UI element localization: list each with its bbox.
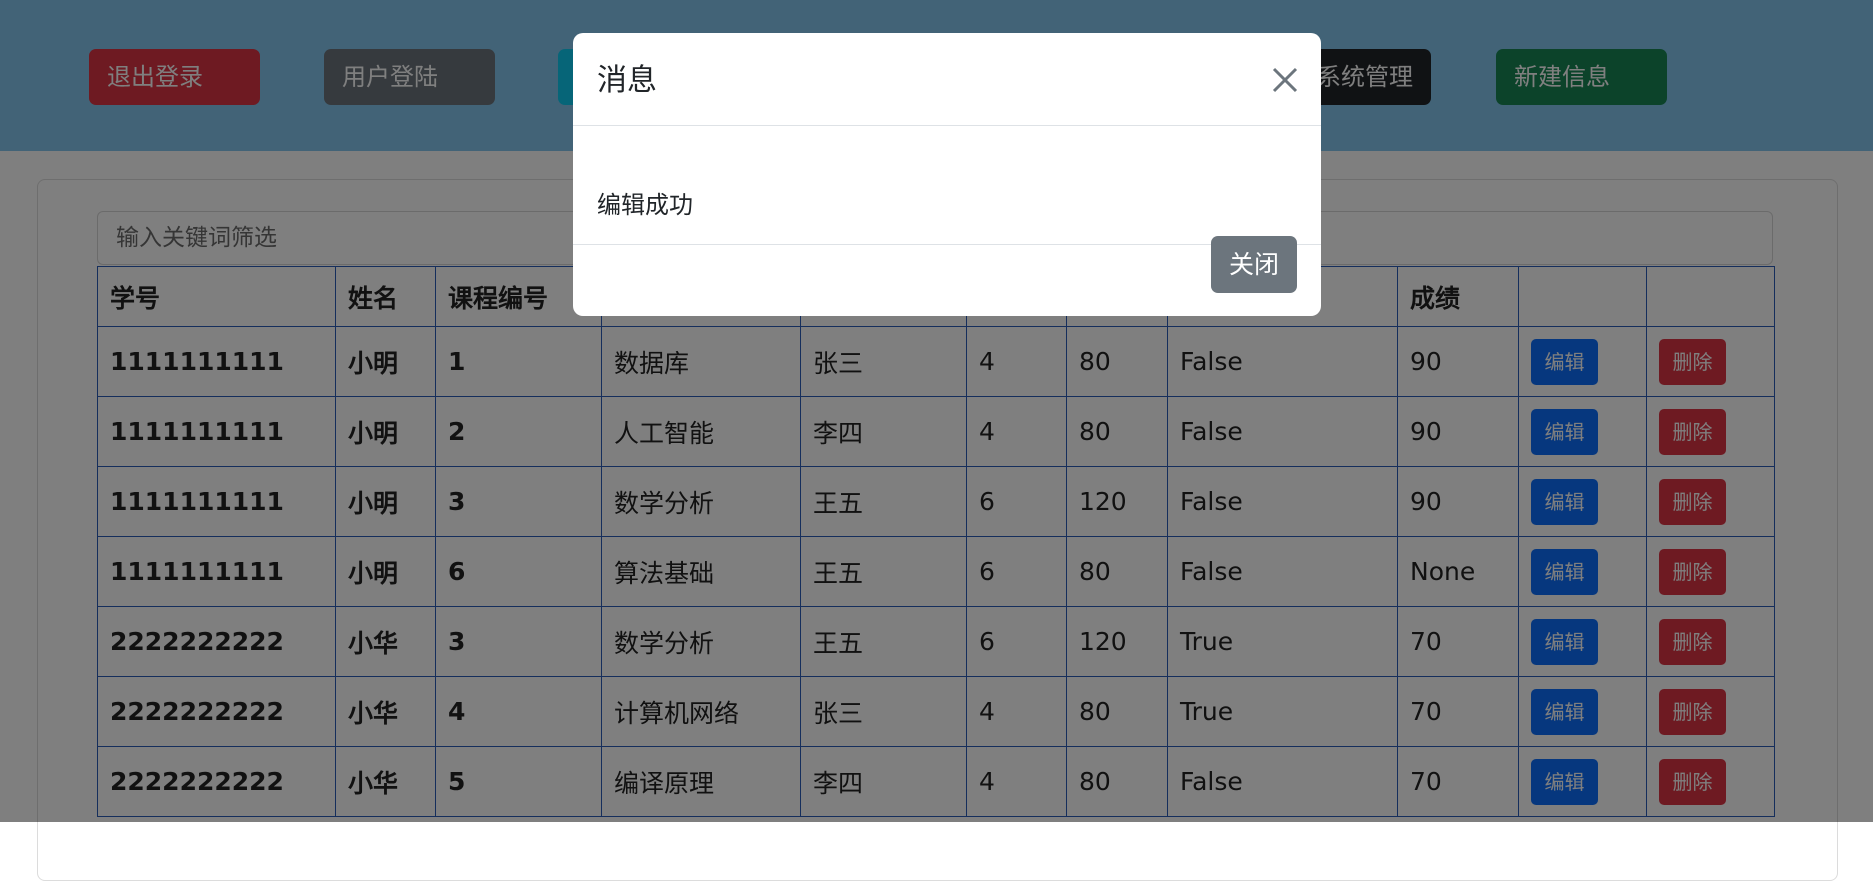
dialog-message: 编辑成功: [597, 191, 693, 219]
dialog-body: 编辑成功: [573, 126, 1321, 245]
dialog-close-button[interactable]: 关闭: [1211, 236, 1297, 293]
message-dialog: 消息 编辑成功 关闭: [573, 33, 1321, 316]
close-icon[interactable]: [1268, 63, 1302, 97]
dialog-header: 消息: [573, 33, 1321, 126]
dialog-title: 消息: [597, 63, 657, 98]
